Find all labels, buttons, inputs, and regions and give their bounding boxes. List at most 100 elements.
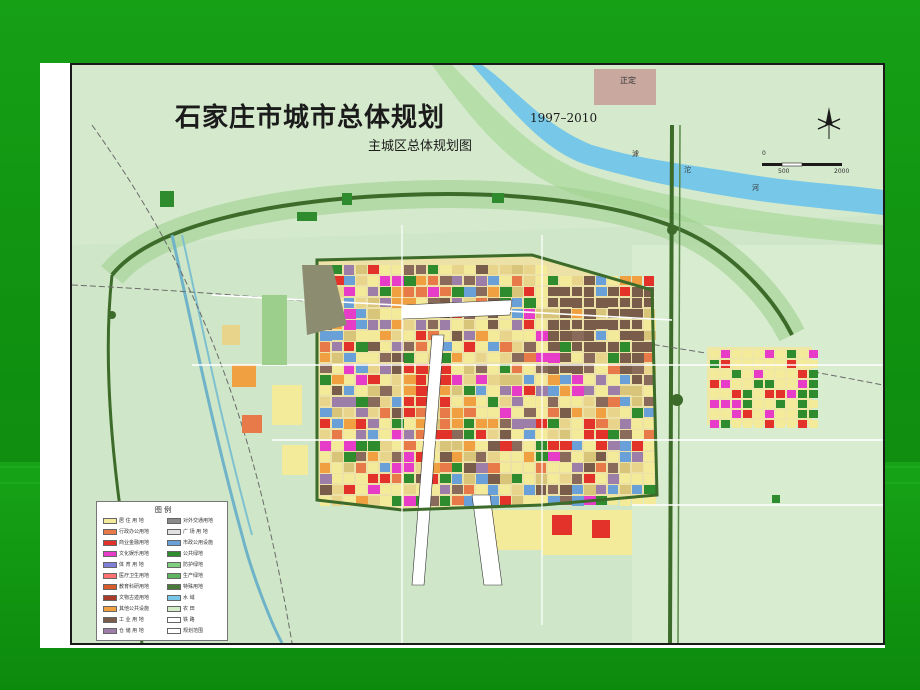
land-use-block bbox=[524, 419, 536, 428]
land-use-block bbox=[320, 452, 330, 462]
land-use-block bbox=[608, 298, 618, 307]
land-use-block bbox=[608, 342, 619, 352]
land-use-block bbox=[572, 441, 582, 450]
land-use-block bbox=[368, 331, 380, 341]
land-use-block bbox=[608, 408, 620, 417]
land-use-block bbox=[596, 298, 608, 308]
land-use-block bbox=[356, 320, 367, 329]
legend-item: 居 住 用 地 bbox=[103, 518, 167, 525]
legend-label: 工 业 用 地 bbox=[119, 617, 144, 623]
land-use-block bbox=[368, 463, 378, 472]
east-expressway bbox=[668, 124, 674, 643]
land-use-block bbox=[548, 419, 559, 428]
land-use-block bbox=[536, 375, 546, 385]
land-use-block bbox=[743, 370, 752, 378]
land-use-block bbox=[560, 463, 572, 472]
land-use-block bbox=[572, 276, 583, 285]
legend-item: 市政公用设施 bbox=[167, 540, 231, 547]
land-use-block bbox=[356, 386, 367, 396]
legend-item: 广 场 用 地 bbox=[167, 529, 231, 536]
land-use-block bbox=[320, 397, 330, 406]
land-use-block bbox=[452, 452, 462, 462]
land-use-block bbox=[620, 353, 631, 363]
land-use-block bbox=[798, 360, 807, 368]
land-use-block bbox=[368, 353, 378, 363]
land-use-block bbox=[512, 452, 523, 461]
land-use-block bbox=[584, 452, 596, 462]
land-use-block bbox=[644, 276, 654, 286]
park bbox=[342, 193, 352, 205]
land-use-block bbox=[464, 408, 476, 417]
land-use-block bbox=[754, 400, 763, 408]
land-use-block bbox=[548, 342, 560, 351]
land-use-block bbox=[344, 375, 354, 384]
land-use-block bbox=[584, 287, 594, 297]
land-use-block bbox=[572, 342, 582, 351]
land-use-block bbox=[743, 400, 752, 408]
land-use-block bbox=[368, 474, 378, 483]
land-use-block bbox=[356, 287, 366, 296]
land-use-block bbox=[356, 430, 366, 440]
land-use-block bbox=[572, 397, 582, 406]
land-use-block bbox=[632, 452, 643, 462]
legend-item: 公共绿地 bbox=[167, 551, 231, 558]
land-use-block bbox=[404, 276, 416, 286]
land-use-block bbox=[548, 287, 560, 296]
land-use-block bbox=[488, 386, 500, 396]
legend-item: 铁 路 bbox=[167, 617, 231, 624]
legend-item: 行政办公用地 bbox=[103, 529, 167, 536]
land-use-block bbox=[416, 408, 426, 417]
land-use-block bbox=[404, 320, 414, 330]
land-use-block bbox=[452, 386, 462, 395]
land-use-block bbox=[380, 320, 391, 329]
land-use-block bbox=[404, 408, 415, 417]
land-use-block bbox=[608, 287, 619, 296]
land-use-block bbox=[512, 485, 523, 495]
legend-item: 教育科研用地 bbox=[103, 584, 167, 591]
land-use-block bbox=[440, 287, 451, 296]
land-use-block bbox=[644, 452, 656, 461]
land-use-block bbox=[809, 390, 818, 398]
land-use-block bbox=[488, 463, 500, 473]
land-use-block bbox=[765, 400, 774, 408]
land-use-block bbox=[572, 474, 582, 484]
land-use-block bbox=[512, 496, 523, 505]
land-use-block bbox=[765, 370, 774, 378]
land-use-block bbox=[572, 375, 583, 384]
legend-item: 体 育 用 地 bbox=[103, 562, 167, 569]
land-use-block bbox=[548, 320, 559, 330]
land-use-block bbox=[608, 353, 619, 363]
land-use-block bbox=[380, 408, 390, 418]
legend-swatch bbox=[167, 540, 181, 546]
land-use-block bbox=[380, 287, 391, 296]
land-use-block bbox=[368, 430, 378, 440]
legend-item: 医疗卫生用地 bbox=[103, 573, 167, 580]
land-use-block bbox=[404, 287, 414, 297]
land-use-block bbox=[721, 350, 730, 358]
land-use-block bbox=[464, 265, 475, 274]
park bbox=[492, 193, 504, 203]
land-use-block bbox=[500, 430, 511, 440]
land-use-block bbox=[464, 485, 474, 494]
land-use-block bbox=[500, 320, 512, 329]
land-use-block bbox=[572, 309, 582, 318]
land-use-block bbox=[320, 331, 332, 341]
land-use-block bbox=[500, 474, 512, 484]
land-use-block bbox=[440, 441, 451, 451]
legend-label: 对外交通用地 bbox=[183, 518, 214, 524]
land-use-block bbox=[416, 287, 427, 297]
land-use-block bbox=[512, 375, 522, 385]
land-use-block bbox=[592, 520, 610, 538]
land-use-block bbox=[416, 276, 426, 285]
legend-swatch bbox=[167, 584, 181, 590]
land-use-block bbox=[332, 441, 344, 450]
land-use-block bbox=[404, 397, 414, 406]
interchange bbox=[108, 311, 116, 319]
land-use-block bbox=[320, 419, 330, 428]
land-use-block bbox=[572, 298, 582, 308]
land-use-block bbox=[452, 474, 462, 484]
land-use-block bbox=[344, 353, 356, 362]
land-use-block bbox=[344, 397, 356, 407]
land-use-block bbox=[488, 485, 498, 495]
land-use-block bbox=[404, 419, 415, 429]
